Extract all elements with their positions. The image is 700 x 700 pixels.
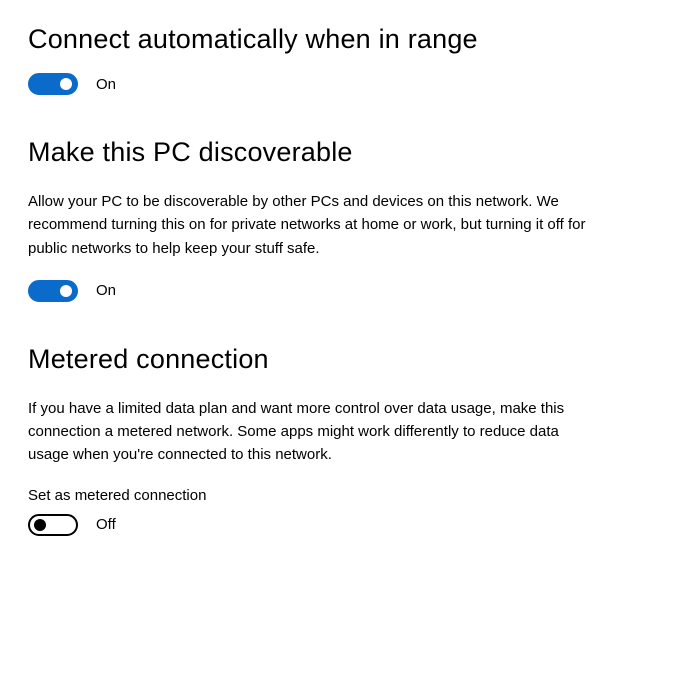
metered-description: If you have a limited data plan and want… — [28, 397, 603, 467]
connect-auto-toggle[interactable] — [28, 73, 78, 95]
discoverable-section: Make this PC discoverable Allow your PC … — [28, 137, 672, 302]
metered-section: Metered connection If you have a limited… — [28, 344, 672, 536]
metered-state-label: Off — [96, 516, 116, 533]
discoverable-state-label: On — [96, 282, 116, 299]
discoverable-title: Make this PC discoverable — [28, 137, 672, 168]
metered-sub-label: Set as metered connection — [28, 487, 672, 504]
discoverable-description: Allow your PC to be discoverable by othe… — [28, 190, 603, 260]
toggle-knob-icon — [60, 78, 72, 90]
connect-auto-section: Connect automatically when in range On — [28, 24, 672, 95]
connect-auto-toggle-row: On — [28, 73, 672, 95]
connect-auto-state-label: On — [96, 76, 116, 93]
metered-title: Metered connection — [28, 344, 672, 375]
discoverable-toggle[interactable] — [28, 280, 78, 302]
discoverable-toggle-row: On — [28, 280, 672, 302]
toggle-knob-icon — [60, 285, 72, 297]
metered-toggle-row: Off — [28, 514, 672, 536]
metered-toggle[interactable] — [28, 514, 78, 536]
toggle-knob-icon — [34, 519, 46, 531]
connect-auto-title: Connect automatically when in range — [28, 24, 672, 55]
